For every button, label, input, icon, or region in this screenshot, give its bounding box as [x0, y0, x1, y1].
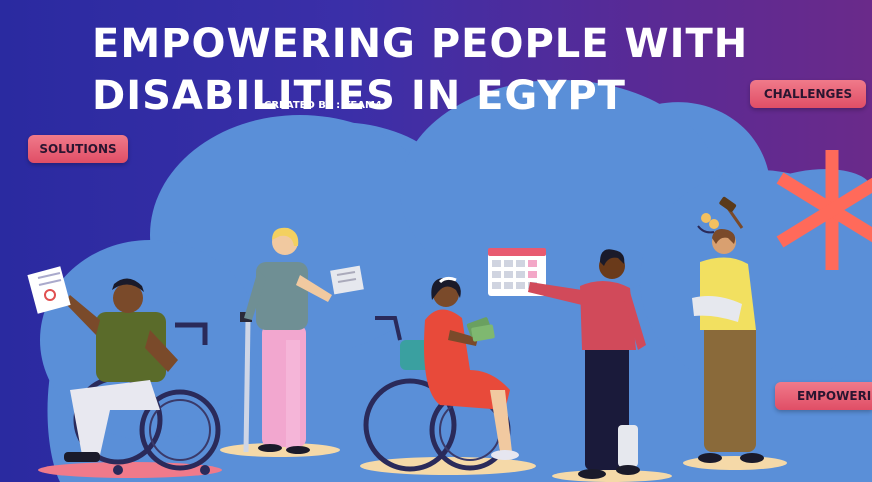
- ground-shadow: [552, 470, 672, 482]
- paper-icon: [330, 265, 364, 295]
- page-title: EMPOWERING PEOPLE WITH DISABILITIES IN E…: [92, 21, 749, 119]
- author-credit: CREATED BY : TEAM4: [264, 100, 382, 111]
- solutions-button[interactable]: SOLUTIONS: [28, 135, 128, 163]
- challenges-button[interactable]: CHALLENGES: [750, 80, 866, 108]
- empowering-button[interactable]: EMPOWERING: [775, 382, 872, 410]
- document-icon: [27, 266, 71, 314]
